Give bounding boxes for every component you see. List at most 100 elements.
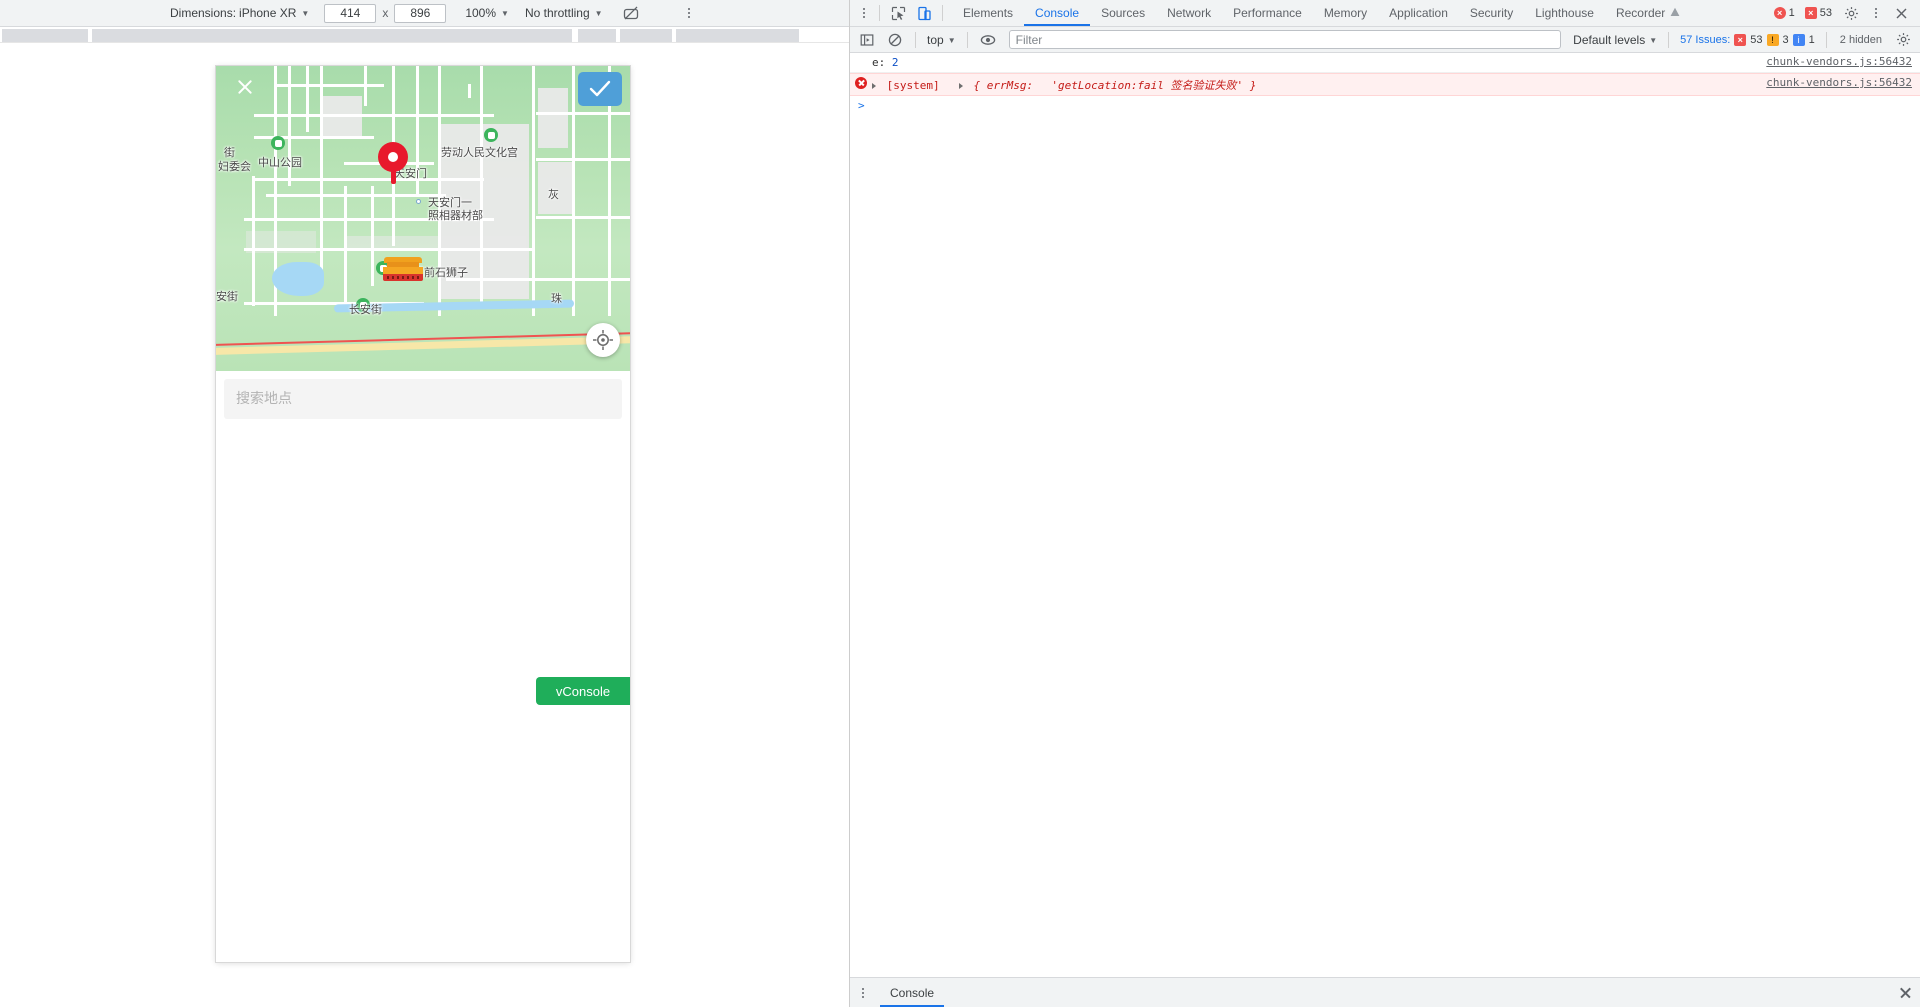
devtools-header-right: × 1 × 53 xyxy=(1770,1,1916,25)
tab-memory[interactable]: Memory xyxy=(1313,0,1378,26)
console-filter-input[interactable] xyxy=(1008,30,1562,49)
devtools-more-icon[interactable] xyxy=(854,2,874,24)
device-width-input[interactable] xyxy=(324,3,377,23)
tab-label: Application xyxy=(1389,6,1448,20)
screen-root: Dimensions: iPhone XR ▼ x 100% ▼ No thro… xyxy=(0,0,1920,1007)
error-object-close: } xyxy=(1249,79,1257,92)
more-options-icon[interactable] xyxy=(679,2,699,24)
tab-network[interactable]: Network xyxy=(1156,0,1222,26)
warning-triangle-icon xyxy=(1670,6,1680,20)
chevron-down-icon: ▼ xyxy=(947,35,956,45)
poi-small-dot xyxy=(416,199,421,204)
console-message-list[interactable]: e: 2 chunk-vendors.js:56432 [system] { e… xyxy=(850,53,1920,976)
crosshair-locate-icon[interactable] xyxy=(586,323,620,357)
console-sidebar-icon[interactable] xyxy=(854,28,880,52)
tab-sources[interactable]: Sources xyxy=(1090,0,1156,26)
toggle-device-toolbar-icon[interactable] xyxy=(911,1,937,25)
source-link[interactable]: chunk-vendors.js:56432 xyxy=(1766,76,1912,89)
close-icon[interactable] xyxy=(234,76,256,98)
map-view[interactable]: 街妇委会 中山公园 劳动人民文化宫 天安门 天安门一 照相器材部灰天安门前石狮子 长安街 安街… xyxy=(216,66,630,371)
customize-devtools-icon[interactable] xyxy=(1866,2,1886,24)
close-drawer-icon[interactable] xyxy=(1894,982,1916,1004)
vconsole-button[interactable]: vConsole xyxy=(536,677,630,705)
phone-viewport: 街妇委会 中山公园 劳动人民文化宫 天安门 天安门一 照相器材部灰天安门前石狮子 长安街 安街… xyxy=(216,66,630,962)
drawer-tab-label: Console xyxy=(890,985,935,1000)
issues-summary[interactable]: 57 Issues: × 53 ! 3 i 1 xyxy=(1676,33,1819,46)
devtools-header: Elements Console Sources Network Performance… xyxy=(850,0,1920,27)
tab-performance[interactable]: Performance xyxy=(1222,0,1313,26)
error-prop-name: errMsg: xyxy=(986,79,1034,92)
map-label: 妇委会 xyxy=(218,160,251,173)
error-badge-1-count: 1 xyxy=(1788,7,1795,19)
console-gutter xyxy=(850,76,872,89)
dimension-separator: x xyxy=(382,6,389,20)
device-canvas: 街妇委会 中山公园 劳动人民文化宫 天安门 天安门一 照相器材部灰天安门前石狮子 长安街 安街… xyxy=(0,44,849,1007)
console-settings-icon[interactable] xyxy=(1890,28,1916,52)
error-badge-2-count: 53 xyxy=(1819,7,1832,19)
device-ruler xyxy=(0,27,849,43)
log-value: 2 xyxy=(891,56,899,69)
confirm-check-button[interactable] xyxy=(578,72,622,106)
chevron-down-icon: ▼ xyxy=(1649,35,1658,45)
close-devtools-icon[interactable] xyxy=(1888,1,1914,25)
search-input[interactable] xyxy=(224,379,622,419)
error-tag: [system] xyxy=(886,79,940,92)
tab-recorder[interactable]: Recorder xyxy=(1605,0,1691,26)
zoom-select[interactable]: 100% ▼ xyxy=(462,5,512,21)
vconsole-button-label: vConsole xyxy=(555,683,611,699)
tiananmen-gate-icon xyxy=(383,257,423,283)
prompt-caret: > xyxy=(858,98,865,112)
log-levels-select[interactable]: Default levels ▼ xyxy=(1569,33,1661,47)
console-prompt[interactable]: > xyxy=(850,96,1920,114)
error-icon: × xyxy=(1773,7,1786,19)
rotate-device-icon[interactable] xyxy=(622,4,640,22)
drawer-tab-console[interactable]: Console xyxy=(880,978,945,1007)
throttling-value: No throttling xyxy=(524,6,590,20)
hidden-messages-count[interactable]: 2 hidden xyxy=(1834,34,1888,46)
execution-context-value: top xyxy=(927,32,944,47)
tab-console[interactable]: Console xyxy=(1024,0,1091,26)
device-preset-value: iPhone XR xyxy=(239,6,297,20)
expand-triangle-icon[interactable] xyxy=(872,83,876,89)
issues-label: 57 Issues: xyxy=(1680,33,1731,46)
tab-application[interactable]: Application xyxy=(1378,0,1459,26)
tab-label: Console xyxy=(1035,6,1080,20)
drawer-more-icon[interactable] xyxy=(854,981,872,1005)
map-label: 长安街 xyxy=(349,303,382,316)
execution-context-select[interactable]: top ▼ xyxy=(923,33,960,47)
log-key: e: xyxy=(872,56,886,69)
error-badge-2[interactable]: × 53 xyxy=(1801,7,1836,19)
map-label: 灰 xyxy=(548,188,559,201)
error-icon xyxy=(855,77,867,89)
chevron-down-icon: ▼ xyxy=(301,9,310,18)
settings-gear-icon[interactable] xyxy=(1838,1,1864,25)
devtools-tab-bar: Elements Console Sources Network Performance… xyxy=(952,0,1691,26)
console-message-error[interactable]: [system] { errMsg: 'getLocation:fail 签名验… xyxy=(850,73,1920,96)
console-message-text: [system] { errMsg: 'getLocation:fail 签名验… xyxy=(872,76,1920,93)
devtools-panel: Elements Console Sources Network Performance… xyxy=(850,0,1920,1007)
error-object-open: { xyxy=(973,79,981,92)
tab-label: Elements xyxy=(963,6,1014,20)
tab-lighthouse[interactable]: Lighthouse xyxy=(1524,0,1605,26)
throttling-select[interactable]: No throttling ▼ xyxy=(522,5,606,21)
issues-info-count: 1 xyxy=(1808,33,1815,46)
tab-security[interactable]: Security xyxy=(1459,0,1524,26)
map-pin-icon[interactable] xyxy=(378,142,408,184)
console-message-text: e: 2 xyxy=(872,55,1920,69)
clear-console-icon[interactable] xyxy=(882,28,908,52)
console-gutter xyxy=(850,55,872,56)
device-preset-select[interactable]: iPhone XR ▼ xyxy=(236,5,312,21)
search-section xyxy=(216,371,630,419)
dimensions-label: Dimensions: xyxy=(170,6,237,20)
tab-elements[interactable]: Elements xyxy=(952,0,1024,26)
zoom-value: 100% xyxy=(465,6,497,20)
source-link[interactable]: chunk-vendors.js:56432 xyxy=(1766,55,1912,68)
inspect-element-icon[interactable] xyxy=(885,1,911,25)
map-label: 照相器材部 xyxy=(428,209,483,222)
live-expression-icon[interactable] xyxy=(975,28,1001,52)
device-height-input[interactable] xyxy=(394,3,447,23)
expand-triangle-icon[interactable] xyxy=(958,83,963,89)
error-badge-1[interactable]: × 1 xyxy=(1770,7,1799,19)
console-message-log[interactable]: e: 2 chunk-vendors.js:56432 xyxy=(850,53,1920,73)
map-label: 珠 xyxy=(551,292,562,305)
